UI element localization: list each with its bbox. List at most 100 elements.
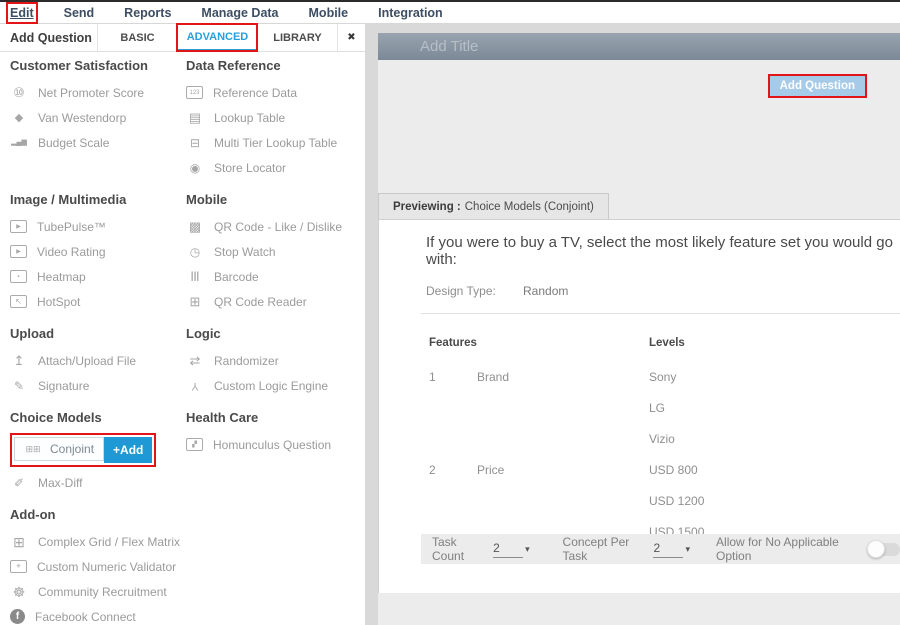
feature-name: Price [477, 456, 649, 487]
menu-item-label: Homunculus Question [213, 438, 331, 452]
panel-title: Add Question [0, 24, 97, 51]
price-tag-icon: ◆ [10, 111, 28, 125]
section-add-on: Add-on⊞Complex Grid / Flex Matrix✳Custom… [10, 507, 182, 625]
menu-item-conjoint[interactable]: ⊞⊞Conjoint [14, 437, 104, 461]
no-applicable-option-toggle[interactable] [868, 543, 900, 556]
nav-integration[interactable]: Integration [378, 6, 443, 20]
menu-item-label: Budget Scale [38, 136, 109, 150]
panel-header: Add Question BASICADVANCEDLIBRARY ✖ [0, 24, 365, 52]
survey-title-text: Add Title [420, 38, 478, 55]
menu-item-lookup-table[interactable]: ▤ Lookup Table [186, 105, 365, 130]
numeric-validator-icon: ✳ [10, 560, 27, 573]
concept-per-task-select[interactable]: 2 ▾ [653, 541, 690, 558]
menu-item-facebook-connect[interactable]: fFacebook Connect [10, 604, 182, 625]
nav-edit[interactable]: Edit [10, 6, 34, 20]
panel-tabs: BASICADVANCEDLIBRARY [97, 24, 337, 51]
video-icon: ▶ [10, 245, 27, 258]
menu-item-label: Net Promoter Score [38, 86, 144, 100]
menu-item-max-diff[interactable]: ✐Max-Diff [10, 470, 182, 495]
feature-number: 2 [429, 456, 477, 487]
menu-item-label: Multi Tier Lookup Table [214, 136, 337, 150]
menu-item-budget-scale[interactable]: ▂▄▆ Budget Scale [10, 130, 182, 155]
feature-number [429, 425, 477, 456]
task-count-label: Task Count [432, 535, 484, 563]
menu-item-reference-data[interactable]: 123Reference Data [186, 80, 365, 105]
barcode-icon: ||| [186, 270, 204, 284]
nav-mobile[interactable]: Mobile [309, 6, 349, 20]
menu-item-label: Barcode [214, 270, 259, 284]
nav-manage-data[interactable]: Manage Data [201, 6, 278, 20]
conjoint-settings-bar: Task Count 2 ▾ Concept Per Task 2 ▾ Allo… [421, 534, 900, 564]
question-type-menu: Customer Satisfaction ⑩ Net Promoter Score… [0, 52, 365, 625]
bar-chart-icon: ▂▄▆ [10, 136, 28, 150]
complex-grid-icon: ⊞ [10, 535, 28, 549]
tab-basic[interactable]: BASIC [97, 24, 177, 51]
menu-item-barcode[interactable]: ||| Barcode [186, 264, 365, 289]
tab-advanced[interactable]: ADVANCED [177, 24, 257, 51]
feature-number: 1 [429, 363, 477, 394]
menu-item-complex-grid-flex-matrix[interactable]: ⊞Complex Grid / Flex Matrix [10, 529, 182, 554]
level-value: USD 1200 [649, 487, 900, 518]
levels-header: Levels [649, 337, 900, 363]
task-count-value: 2 [493, 541, 523, 558]
menu-item-tubepulse-[interactable]: ▶TubePulse™ [10, 214, 182, 239]
menu-item-attach-upload-file[interactable]: ↥Attach/Upload File [10, 348, 182, 373]
concept-per-task-value: 2 [653, 541, 683, 558]
menu-item-heatmap[interactable]: ▪Heatmap [10, 264, 182, 289]
conjoint-preview-card: If you were to buy a TV, select the most… [378, 219, 900, 593]
menu-item-hotspot[interactable]: ↖HotSpot [10, 289, 182, 314]
toggle-knob [867, 540, 885, 558]
concept-per-task-label: Concept Per Task [563, 535, 645, 563]
menu-item-label: Lookup Table [214, 111, 285, 125]
menu-item-label: HotSpot [37, 295, 80, 309]
menu-item-multi-tier-lookup-table[interactable]: ⊟Multi Tier Lookup Table [186, 130, 365, 155]
nav-reports[interactable]: Reports [124, 6, 171, 20]
conjoint-add-button[interactable]: +Add [104, 437, 152, 463]
main-split: Add Question BASICADVANCEDLIBRARY ✖ Cust… [0, 24, 900, 625]
add-question-button[interactable]: Add Question [768, 74, 867, 98]
level-value: USD 800 [649, 456, 900, 487]
lookup-table-icon: ▤ [186, 111, 204, 125]
survey-title-placeholder[interactable]: Add Title [378, 33, 900, 60]
feature-name [477, 425, 649, 456]
section-image-multimedia: Image / Multimedia▶TubePulse™▶Video Rati… [10, 192, 182, 314]
menu-item-label: Custom Logic Engine [214, 379, 328, 393]
menu-item-qr-code-like-dislike[interactable]: ▩QR Code - Like / Dislike [186, 214, 365, 239]
nps-icon: ⑩ [10, 86, 28, 100]
heatmap-icon: ▪ [10, 270, 27, 283]
menu-item-net-promoter-score[interactable]: ⑩ Net Promoter Score [10, 80, 182, 105]
level-value: LG [649, 394, 900, 425]
previewing-value: Choice Models (Conjoint) [465, 201, 594, 213]
section-title: Customer Satisfaction [10, 58, 182, 80]
section-title: Add-on [10, 507, 182, 529]
menu-item-signature[interactable]: ✎Signature [10, 373, 182, 398]
menu-item-stop-watch[interactable]: ◷Stop Watch [186, 239, 365, 264]
menu-item-custom-logic-engine[interactable]: YCustom Logic Engine [186, 373, 365, 398]
menu-item-homunculus-question[interactable]: ▞ Homunculus Question [186, 432, 365, 457]
section-mobile: Mobile▩QR Code - Like / Dislike◷Stop Wat… [186, 192, 365, 314]
section-title: Logic [186, 326, 365, 348]
add-question-panel: Add Question BASICADVANCEDLIBRARY ✖ Cust… [0, 24, 365, 625]
upload-icon: ↥ [10, 354, 28, 368]
nav-send[interactable]: Send [64, 6, 95, 20]
homunculus-icon: ▞ [186, 438, 203, 451]
stopwatch-icon: ◷ [186, 245, 204, 259]
tab-library[interactable]: LIBRARY [257, 24, 337, 51]
menu-item-randomizer[interactable]: ⇄Randomizer [186, 348, 365, 373]
menu-item-label: QR Code Reader [214, 295, 307, 309]
menu-item-qr-code-reader[interactable]: ⊞QR Code Reader [186, 289, 365, 314]
section-choice-models: Choice Models⊞⊞Conjoint+Add✐Max-Diff [10, 410, 182, 495]
section-logic: Logic⇄RandomizerYCustom Logic Engine [186, 326, 365, 398]
wand-icon: ✐ [10, 476, 28, 490]
menu-item-van-westendorp[interactable]: ◆Van Westendorp [10, 105, 182, 130]
chevron-down-icon: ▾ [525, 544, 530, 555]
qr-code-icon: ▩ [186, 220, 204, 234]
task-count-select[interactable]: 2 ▾ [493, 541, 530, 558]
features-header: Features [429, 337, 649, 363]
menu-item-community-recruitment[interactable]: ☸Community Recruitment [10, 579, 182, 604]
close-icon[interactable]: ✖ [337, 24, 365, 51]
menu-item-store-locator[interactable]: ◉Store Locator [186, 155, 365, 180]
menu-item-video-rating[interactable]: ▶Video Rating [10, 239, 182, 264]
menu-item-custom-numeric-validator[interactable]: ✳Custom Numeric Validator [10, 554, 182, 579]
level-value: Vizio [649, 425, 900, 456]
